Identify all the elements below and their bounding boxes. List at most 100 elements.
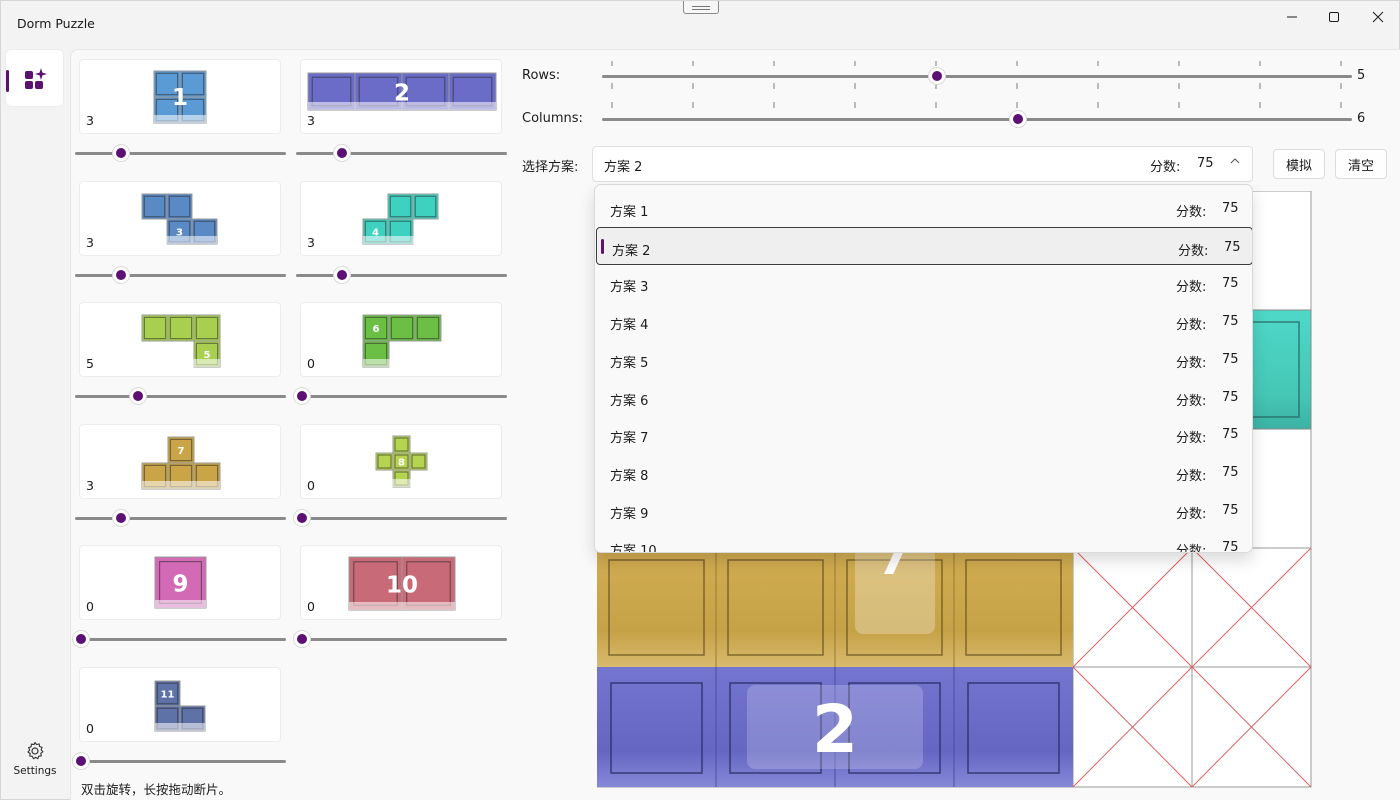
piece-shape-2[interactable]: 2 xyxy=(301,60,503,135)
piece-count-slider-2[interactable] xyxy=(296,145,507,161)
combobox-score-value: 75 xyxy=(1197,156,1214,171)
clear-button[interactable]: 清空 xyxy=(1335,149,1387,179)
piece-count-slider-7[interactable] xyxy=(75,510,286,526)
scheme-option[interactable]: 方案 2 分数: 75 xyxy=(596,226,1252,265)
piece-count-slider-6[interactable] xyxy=(294,388,507,404)
piece-shape-3[interactable]: 3 xyxy=(80,182,282,257)
piece-count-slider-1[interactable] xyxy=(75,145,286,161)
minimize-button[interactable] xyxy=(1269,1,1315,33)
nav-item-settings[interactable]: Settings xyxy=(7,741,63,785)
piece-count-slider-3[interactable] xyxy=(75,267,286,283)
piece-shape-7[interactable]: 7 xyxy=(80,425,282,500)
piece-shape-4[interactable]: 4 xyxy=(301,182,503,257)
piece-count: 0 xyxy=(307,356,315,371)
nav-item-puzzle[interactable] xyxy=(5,49,64,107)
piece-label-8: 8 xyxy=(398,458,405,469)
scheme-option-score: 75 xyxy=(1222,351,1239,367)
scheme-option[interactable]: 方案 1 分数: 75 xyxy=(595,189,1252,227)
piece-label-4: 4 xyxy=(372,228,379,239)
scheme-option-name: 方案 4 xyxy=(610,318,649,334)
scheme-option-score-label: 分数: xyxy=(1176,205,1207,220)
piece-card-7[interactable]: 73 xyxy=(79,424,281,499)
scheme-option-name: 方案 2 xyxy=(612,243,651,259)
slider-thumb[interactable] xyxy=(129,388,146,404)
scheme-option[interactable]: 方案 7 分数: 75 xyxy=(595,415,1252,453)
piece-card-4[interactable]: 43 xyxy=(300,181,502,256)
combobox-score-label: 分数: xyxy=(1150,160,1181,175)
piece-shape-11[interactable]: 11 xyxy=(80,668,282,743)
slider-thumb[interactable] xyxy=(294,388,310,404)
slider-track xyxy=(75,517,286,520)
scheme-option-name: 方案 1 xyxy=(610,205,649,220)
rows-slider-track xyxy=(602,75,1352,78)
slider-track xyxy=(75,760,286,763)
slider-thumb[interactable] xyxy=(113,267,130,283)
piece-count-slider-4[interactable] xyxy=(296,267,507,283)
piece-count: 3 xyxy=(86,235,94,250)
scheme-option[interactable]: 方案 5 分数: 75 xyxy=(595,340,1252,378)
piece-count-slider-5[interactable] xyxy=(75,388,286,404)
piece-shape-9[interactable]: 9 xyxy=(80,546,282,621)
piece-label-10: 10 xyxy=(386,573,418,599)
scheme-option[interactable]: 方案 3 分数: 75 xyxy=(595,264,1252,302)
slider-track xyxy=(75,638,286,641)
piece-count-slider-11[interactable] xyxy=(73,753,286,769)
scheme-option[interactable]: 方案 4 分数: 75 xyxy=(595,302,1252,340)
slider-thumb[interactable] xyxy=(334,145,351,161)
scheme-option-name: 方案 3 xyxy=(610,280,649,296)
scheme-option-name: 方案 10 xyxy=(610,544,657,553)
columns-slider[interactable] xyxy=(602,111,1352,127)
piece-count-slider-10[interactable] xyxy=(294,631,507,647)
rows-slider[interactable] xyxy=(602,68,1352,84)
piece-count: 0 xyxy=(307,478,315,493)
piece-card-11[interactable]: 11 0 xyxy=(79,667,281,742)
piece-card-3[interactable]: 33 xyxy=(79,181,281,256)
selection-indicator xyxy=(6,70,9,92)
piece-shape-8[interactable]: 8 xyxy=(301,425,503,500)
scheme-option[interactable]: 方案 6 分数: 75 xyxy=(595,378,1252,416)
slider-thumb[interactable] xyxy=(113,510,130,526)
scheme-option-score: 75 xyxy=(1222,389,1239,405)
slider-track xyxy=(75,152,286,155)
board-piece-2-label: 2 xyxy=(812,691,858,768)
drag-handle[interactable] xyxy=(683,1,719,14)
instructions-text: 双击旋转，长按拖动断片。 xyxy=(81,782,232,797)
slider-thumb[interactable] xyxy=(294,510,310,526)
scheme-option[interactable]: 方案 9 分数: 75 xyxy=(595,491,1252,529)
slider-track xyxy=(75,395,286,398)
piece-card-9[interactable]: 90 xyxy=(79,545,281,620)
scheme-dropdown-list[interactable]: 方案 1 分数: 75 方案 2 分数: 75 方案 3 分数: 75 方案 4 分数: 75 方案 5… xyxy=(594,184,1253,553)
piece-count-slider-9[interactable] xyxy=(73,631,286,647)
piece-shape-1[interactable]: 1 xyxy=(80,60,282,135)
columns-slider-thumb[interactable] xyxy=(1009,111,1026,127)
piece-shape-10[interactable]: 10 xyxy=(301,546,503,621)
slider-thumb[interactable] xyxy=(294,631,310,647)
piece-shape-5[interactable]: 5 xyxy=(80,303,282,378)
scheme-label: 选择方案: xyxy=(522,160,579,175)
scheme-combobox[interactable]: 方案 2 分数: 75 xyxy=(592,146,1253,182)
piece-card-8[interactable]: 80 xyxy=(300,424,502,499)
slider-thumb[interactable] xyxy=(73,753,89,769)
scheme-option-score: 75 xyxy=(1222,540,1239,553)
scheme-option-score-label: 分数: xyxy=(1176,431,1207,447)
board-piece-2[interactable]: 2 xyxy=(597,667,1073,787)
piece-shape-6[interactable]: 6 xyxy=(301,303,503,378)
rows-slider-thumb[interactable] xyxy=(928,68,945,84)
scheme-option-score-label: 分数: xyxy=(1178,243,1209,259)
piece-card-5[interactable]: 55 xyxy=(79,302,281,377)
scheme-option[interactable]: 方案 8 分数: 75 xyxy=(595,453,1252,491)
piece-card-1[interactable]: 13 xyxy=(79,59,281,134)
slider-thumb[interactable] xyxy=(334,267,351,283)
maximize-button[interactable] xyxy=(1311,1,1357,33)
piece-card-10[interactable]: 10 0 xyxy=(300,545,502,620)
piece-card-2[interactable]: 23 xyxy=(300,59,502,134)
slider-thumb[interactable] xyxy=(113,145,130,161)
scheme-option-score-label: 分数: xyxy=(1176,280,1207,296)
simulate-button[interactable]: 模拟 xyxy=(1273,149,1325,179)
piece-count: 5 xyxy=(86,356,94,371)
piece-count-slider-8[interactable] xyxy=(294,510,507,526)
piece-card-6[interactable]: 60 xyxy=(300,302,502,377)
close-button[interactable] xyxy=(1355,1,1400,33)
slider-thumb[interactable] xyxy=(73,631,89,647)
scheme-option[interactable]: 方案 10 分数: 75 xyxy=(595,528,1252,553)
